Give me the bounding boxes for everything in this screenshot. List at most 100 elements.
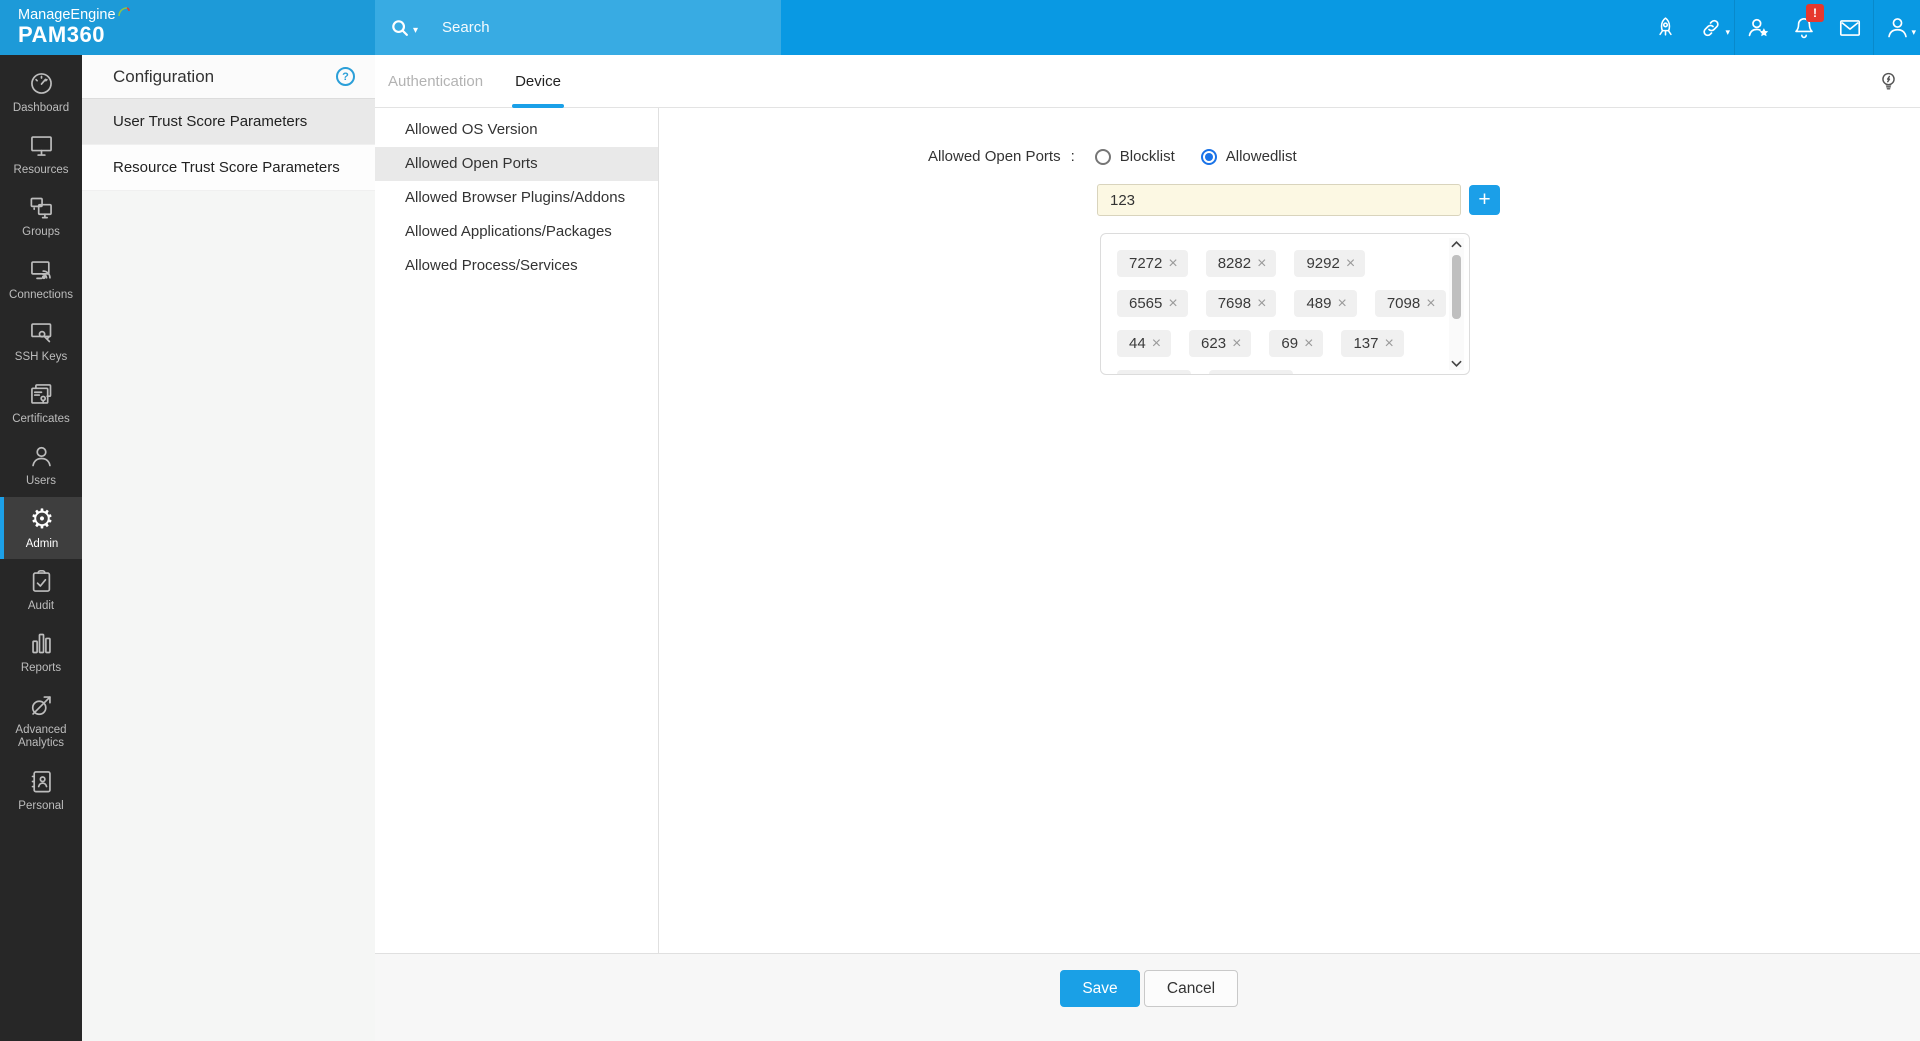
port-chip: 8282× [1206, 250, 1277, 277]
certificate-icon [28, 381, 55, 408]
remove-chip-icon[interactable]: × [1384, 335, 1393, 353]
brand-logo: ManageEngine PAM360 [0, 0, 375, 55]
save-button[interactable]: Save [1060, 970, 1140, 1007]
remove-chip-icon[interactable]: × [1168, 295, 1177, 313]
port-input[interactable] [1097, 184, 1461, 216]
topbar-actions: ▾ ! ▾ [781, 0, 1920, 55]
remove-chip-icon[interactable]: × [1168, 255, 1177, 273]
remove-chip-icon[interactable]: × [1337, 295, 1346, 313]
remove-chip-icon[interactable]: × [1152, 335, 1161, 353]
blocklist-radio[interactable] [1095, 149, 1111, 165]
chip-row: 44× 623× 69× 137× [1117, 330, 1435, 357]
person-icon [28, 443, 55, 470]
tab-authentication[interactable]: Authentication [388, 55, 483, 108]
menu-item-allowed-os-version[interactable]: Allowed OS Version [375, 113, 658, 147]
scrollbar-thumb[interactable] [1452, 255, 1461, 319]
port-chip: 69× [1269, 330, 1323, 357]
remove-chip-icon[interactable]: × [1304, 335, 1313, 353]
sidebar-item-ssh-keys[interactable]: SSH Keys [0, 310, 82, 372]
remove-chip-icon[interactable]: × [1346, 255, 1355, 273]
sidebar-item-connections[interactable]: Connections [0, 248, 82, 310]
page-title: Configuration [113, 67, 214, 87]
quick-links-icon[interactable]: ▾ [1688, 0, 1734, 55]
whats-new-rocket-icon[interactable] [1642, 0, 1688, 55]
left-nav-rail: Dashboard Resources Groups Connections S… [0, 55, 82, 1041]
port-chip: 137× [1341, 330, 1403, 357]
remote-connection-icon [28, 257, 55, 284]
menu-item-allowed-browser-plugins[interactable]: Allowed Browser Plugins/Addons [375, 181, 658, 215]
search-input[interactable] [442, 19, 781, 36]
allowed-open-ports-form: Allowed Open Ports : Blocklist Allowedli… [659, 108, 1920, 953]
brand-manageengine-text: ManageEngine [18, 7, 116, 23]
port-chips-box: 7272× 8282× 9292× 6565× 7698× 489× 7098×… [1100, 233, 1470, 375]
allowedlist-label: Allowedlist [1226, 148, 1297, 165]
remove-chip-icon[interactable]: × [1232, 335, 1241, 353]
remove-chip-icon[interactable]: × [1426, 295, 1435, 313]
brand-swoosh-icon [117, 5, 130, 18]
add-port-button[interactable]: + [1469, 185, 1500, 215]
remove-chip-icon[interactable]: × [1257, 295, 1266, 313]
port-chip: 7098× [1375, 290, 1446, 317]
gauge-icon [28, 70, 55, 97]
topbar: ManageEngine PAM360 ▾ ▾ ! ▾ [0, 0, 1920, 55]
profile-caret-icon: ▾ [1911, 27, 1916, 38]
sidebar-item-audit[interactable]: Audit [0, 559, 82, 621]
sidebar-item-reports[interactable]: Reports [0, 621, 82, 683]
sidebar-item-resources[interactable]: Resources [0, 123, 82, 185]
mail-icon[interactable] [1827, 0, 1873, 55]
monitors-icon [28, 194, 55, 221]
device-menu: Allowed OS Version Allowed Open Ports Al… [375, 108, 659, 953]
search-icon[interactable] [389, 17, 411, 39]
chip-row: 7272× 8282× 9292× [1117, 250, 1435, 277]
user-review-icon[interactable] [1735, 0, 1781, 55]
menu-item-allowed-open-ports[interactable]: Allowed Open Ports [375, 147, 658, 181]
list-mode-row: Allowed Open Ports : Blocklist Allowedli… [928, 148, 1297, 165]
notebook-icon [28, 768, 55, 795]
brand-line1: ManageEngine [18, 7, 130, 23]
port-chip-partial [1209, 370, 1293, 375]
sidebar-item-groups[interactable]: Groups [0, 185, 82, 247]
remove-chip-icon[interactable]: × [1257, 255, 1266, 273]
search-scope-caret-icon[interactable]: ▾ [413, 25, 418, 36]
brand-pam360-text: PAM360 [18, 22, 375, 48]
bar-chart-icon [28, 630, 55, 657]
port-chip: 6565× [1117, 290, 1188, 317]
tab-device[interactable]: Device [515, 55, 561, 108]
analytics-icon [28, 692, 55, 719]
menu-item-allowed-applications[interactable]: Allowed Applications/Packages [375, 215, 658, 249]
port-chip: 7272× [1117, 250, 1188, 277]
chip-row: 6565× 7698× 489× 7098× [1117, 290, 1435, 317]
sidebar-item-dashboard[interactable]: Dashboard [0, 61, 82, 123]
config-item-resource-trust-score[interactable]: Resource Trust Score Parameters [82, 145, 375, 191]
blocklist-label: Blocklist [1120, 148, 1175, 165]
port-chip: 623× [1189, 330, 1251, 357]
global-search-bar: ▾ [375, 0, 781, 55]
form-footer: Save Cancel [375, 954, 1920, 1041]
sidebar-item-personal[interactable]: Personal [0, 759, 82, 821]
notifications-bell-icon[interactable]: ! [1781, 0, 1827, 55]
menu-item-allowed-process-services[interactable]: Allowed Process/Services [375, 249, 658, 283]
quick-links-caret-icon: ▾ [1725, 27, 1730, 38]
scroll-up-icon[interactable] [1451, 240, 1462, 249]
sidebar-item-users[interactable]: Users [0, 434, 82, 496]
config-item-user-trust-score[interactable]: User Trust Score Parameters [82, 99, 375, 145]
sidebar-item-certificates[interactable]: Certificates [0, 372, 82, 434]
configuration-panel: Configuration ? User Trust Score Paramet… [82, 55, 375, 1041]
configuration-header: Configuration ? [82, 55, 375, 99]
tabs-bar: Authentication Device [375, 55, 1920, 108]
tips-lightbulb-icon[interactable] [1877, 70, 1900, 93]
gear-icon: ⚙ [29, 506, 56, 533]
notification-badge[interactable]: ! [1806, 4, 1824, 22]
scroll-down-icon[interactable] [1451, 359, 1462, 368]
sidebar-item-advanced-analytics[interactable]: Advanced Analytics [0, 683, 82, 758]
cancel-button[interactable]: Cancel [1144, 970, 1238, 1007]
form-label: Allowed Open Ports [928, 148, 1061, 165]
sidebar-item-admin[interactable]: ⚙ Admin [0, 497, 82, 559]
port-chip: 44× [1117, 330, 1171, 357]
monitor-icon [28, 132, 55, 159]
help-icon[interactable]: ? [336, 67, 355, 86]
port-chip: 489× [1294, 290, 1356, 317]
allowedlist-radio[interactable] [1201, 149, 1217, 165]
chips-scrollbar[interactable] [1449, 238, 1464, 370]
profile-user-icon[interactable]: ▾ [1874, 0, 1920, 55]
